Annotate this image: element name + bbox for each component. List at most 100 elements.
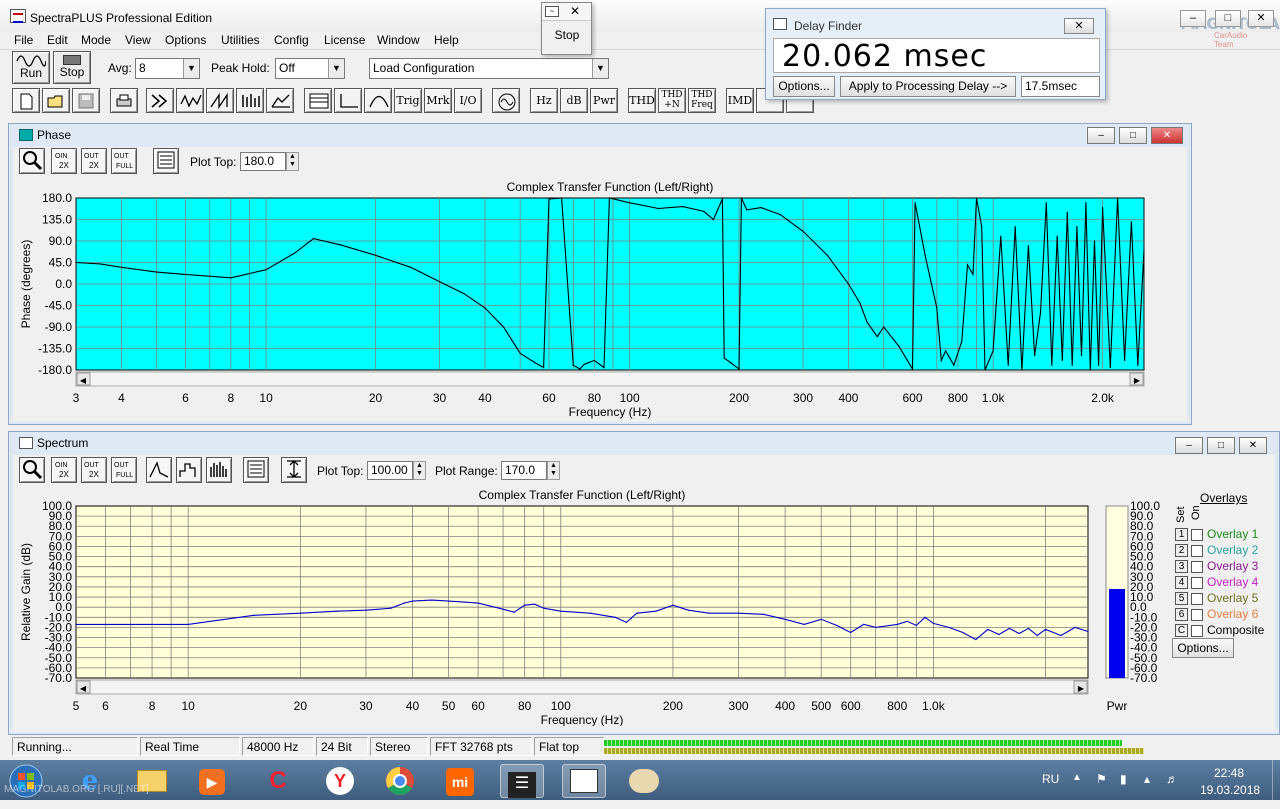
phase-minimize-button[interactable]: – bbox=[1087, 127, 1115, 144]
overlay-row[interactable]: 5 Overlay 5 bbox=[1175, 591, 1258, 606]
overlay-set-button[interactable]: 5 bbox=[1175, 592, 1188, 606]
overlay-set-button[interactable]: 4 bbox=[1175, 576, 1188, 590]
overlay-row[interactable]: C Composite bbox=[1175, 623, 1264, 638]
language-indicator[interactable]: RU bbox=[1042, 772, 1059, 786]
overlay-checkbox[interactable] bbox=[1191, 576, 1203, 589]
menu-help[interactable]: Help bbox=[434, 33, 459, 47]
overlay-set-button[interactable]: 6 bbox=[1175, 608, 1188, 622]
spectrum-properties-button[interactable] bbox=[243, 457, 269, 483]
overlay-set-button[interactable]: C bbox=[1175, 624, 1188, 638]
hz-button[interactable]: Hz bbox=[530, 88, 558, 113]
avg-select[interactable]: 8 ▼ bbox=[135, 58, 200, 79]
io-button[interactable]: I/O bbox=[454, 88, 482, 113]
step-plot-button[interactable] bbox=[176, 457, 202, 483]
close-icon[interactable]: ✕ bbox=[570, 4, 580, 18]
show-desktop-button[interactable] bbox=[1272, 760, 1280, 800]
overlay-checkbox[interactable] bbox=[1191, 560, 1203, 573]
menu-window[interactable]: Window bbox=[377, 33, 420, 47]
phase-close-button[interactable]: ✕ bbox=[1151, 127, 1183, 144]
spectrum-zoom-in-button[interactable]: OIN 2X bbox=[51, 457, 77, 483]
spectrum-minimize-button[interactable]: – bbox=[1175, 437, 1203, 454]
overlay-row[interactable]: 6 Overlay 6 bbox=[1175, 607, 1258, 622]
mixer-taskbar-button[interactable]: ☰ bbox=[500, 764, 544, 798]
menu-utilities[interactable]: Utilities bbox=[221, 33, 260, 47]
thd-button[interactable]: THD bbox=[628, 88, 656, 113]
overlay-checkbox[interactable] bbox=[1191, 544, 1203, 557]
trig-button[interactable]: Trig bbox=[394, 88, 422, 113]
line-plot-button[interactable] bbox=[146, 457, 172, 483]
overlay-checkbox[interactable] bbox=[1191, 592, 1203, 605]
spectrum-zoom-full-button[interactable]: OUT FULL bbox=[111, 457, 137, 483]
menu-license[interactable]: License bbox=[324, 33, 365, 47]
spectraplus-taskbar-button[interactable] bbox=[562, 764, 606, 798]
thd-n-button[interactable]: THD +N bbox=[658, 88, 686, 113]
delay-options-button[interactable]: Options... bbox=[773, 76, 835, 97]
phase-zoom-out-button[interactable]: OUT 2X bbox=[81, 148, 107, 174]
overlay-set-button[interactable]: 2 bbox=[1175, 544, 1188, 558]
tool-button-5[interactable] bbox=[266, 88, 294, 113]
network-icon[interactable]: ▴ bbox=[1144, 772, 1150, 786]
save-button[interactable] bbox=[72, 88, 100, 113]
spectrum-zoom-out-button[interactable]: OUT 2X bbox=[81, 457, 107, 483]
scale-button[interactable] bbox=[281, 457, 307, 483]
phase-plot-top-spinner[interactable]: ▲ ▼ bbox=[286, 152, 299, 171]
chrome-taskbar-button[interactable] bbox=[378, 764, 422, 798]
run-button[interactable]: Run bbox=[12, 51, 50, 84]
tool-button-6[interactable] bbox=[304, 88, 332, 113]
tool-button-1[interactable] bbox=[146, 88, 174, 113]
open-file-button[interactable] bbox=[42, 88, 70, 113]
phase-properties-button[interactable] bbox=[153, 148, 179, 174]
overlay-set-button[interactable]: 3 bbox=[1175, 560, 1188, 574]
processing-delay-field[interactable]: 17.5msec bbox=[1021, 76, 1100, 97]
phase-plot-top-input[interactable]: 180.0 bbox=[240, 152, 286, 171]
ccleaner-taskbar-button[interactable]: C bbox=[256, 764, 300, 798]
tool-button-7[interactable] bbox=[334, 88, 362, 113]
menu-edit[interactable]: Edit bbox=[47, 33, 68, 47]
overlay-options-button[interactable]: Options... bbox=[1172, 638, 1234, 658]
media-player-taskbar-button[interactable]: ▶ bbox=[190, 764, 234, 798]
overlay-row[interactable]: 4 Overlay 4 bbox=[1175, 575, 1258, 590]
stop-button[interactable]: Stop bbox=[53, 51, 91, 84]
maximize-button[interactable]: □ bbox=[1215, 10, 1241, 27]
tool-button-2[interactable] bbox=[176, 88, 204, 113]
flag-icon[interactable]: ⚑ bbox=[1096, 772, 1107, 786]
phase-zoom-button[interactable] bbox=[19, 148, 45, 174]
peak-hold-select[interactable]: Off ▼ bbox=[275, 58, 345, 79]
mrk-button[interactable]: Mrk bbox=[424, 88, 452, 113]
pwr-button[interactable]: Pwr bbox=[590, 88, 618, 113]
yandex-taskbar-button[interactable]: Y bbox=[318, 764, 362, 798]
generator-button[interactable] bbox=[492, 88, 520, 113]
clock-date[interactable]: 19.03.2018 bbox=[1200, 783, 1260, 797]
paint-taskbar-button[interactable] bbox=[622, 764, 666, 798]
mi-taskbar-button[interactable]: mi bbox=[438, 764, 482, 798]
overlay-checkbox[interactable] bbox=[1191, 528, 1203, 541]
spectrum-close-button[interactable]: ✕ bbox=[1239, 437, 1267, 454]
bar-plot-button[interactable] bbox=[206, 457, 232, 483]
phase-zoom-in-button[interactable]: OIN 2X bbox=[51, 148, 77, 174]
tool-button-8[interactable] bbox=[364, 88, 392, 113]
tool-button-4[interactable] bbox=[236, 88, 264, 113]
plot-range-spinner[interactable]: ▲ ▼ bbox=[547, 461, 560, 480]
thd-freq-button[interactable]: THD Freq bbox=[688, 88, 716, 113]
menu-config[interactable]: Config bbox=[274, 33, 309, 47]
spectrum-plot-top-input[interactable]: 100.00 bbox=[367, 461, 413, 480]
overlay-row[interactable]: 3 Overlay 3 bbox=[1175, 559, 1258, 574]
spectrum-zoom-button[interactable] bbox=[19, 457, 45, 483]
menu-view[interactable]: View bbox=[125, 33, 151, 47]
new-file-button[interactable] bbox=[12, 88, 40, 113]
load-config-select[interactable]: Load Configuration ▼ bbox=[369, 58, 609, 79]
db-button[interactable]: dB bbox=[560, 88, 588, 113]
overlay-checkbox[interactable] bbox=[1191, 624, 1203, 637]
apply-delay-button[interactable]: Apply to Processing Delay --> bbox=[840, 76, 1016, 97]
phase-zoom-full-button[interactable]: OUT FULL bbox=[111, 148, 137, 174]
overlay-row[interactable]: 1 Overlay 1 bbox=[1175, 527, 1258, 542]
plot-range-input[interactable]: 170.0 bbox=[501, 461, 547, 480]
overlay-row[interactable]: 2 Overlay 2 bbox=[1175, 543, 1258, 558]
clock-time[interactable]: 22:48 bbox=[1214, 766, 1244, 780]
volume-icon[interactable]: ♬ bbox=[1166, 772, 1178, 786]
menu-options[interactable]: Options bbox=[165, 33, 206, 47]
stop-popup-button[interactable]: Stop bbox=[547, 28, 587, 42]
imd-button[interactable]: IMD bbox=[726, 88, 754, 113]
menu-mode[interactable]: Mode bbox=[81, 33, 111, 47]
tray-chevron-icon[interactable]: ▲ bbox=[1072, 772, 1082, 783]
